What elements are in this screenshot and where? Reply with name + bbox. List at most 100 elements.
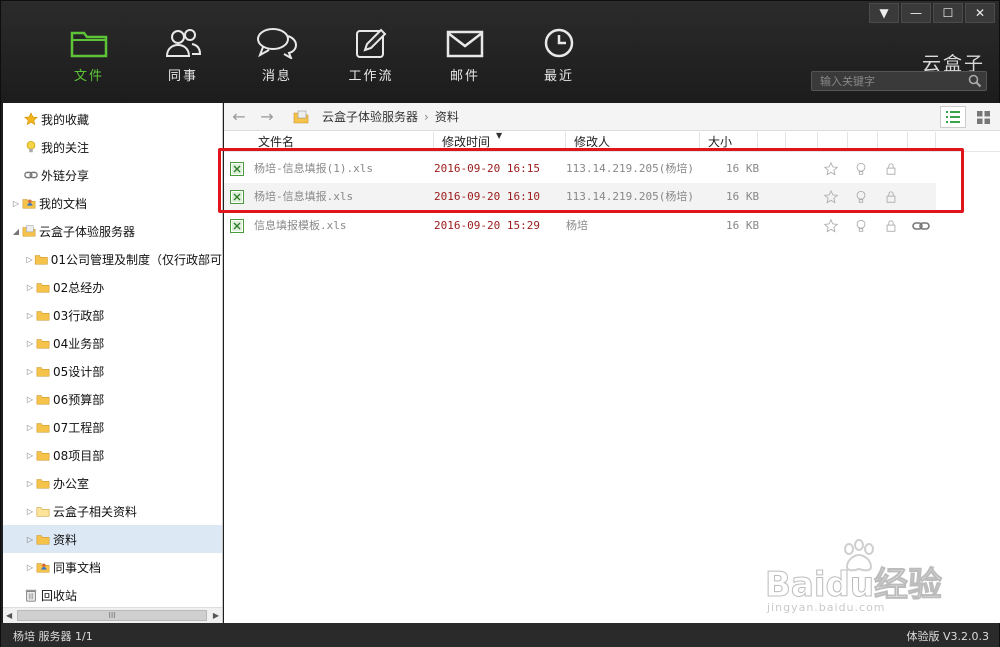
- sidebar-item-share-links[interactable]: 外链分享: [3, 161, 222, 189]
- scroll-thumb[interactable]: III: [17, 610, 207, 621]
- search-input[interactable]: [812, 72, 962, 90]
- expand-arrow-icon[interactable]: ▷: [25, 423, 35, 432]
- forward-button[interactable]: →: [256, 107, 278, 127]
- sidebar-item-folder-06[interactable]: ▷ 06预算部: [3, 385, 222, 413]
- list-view-button[interactable]: [940, 106, 966, 128]
- collapse-arrow-icon[interactable]: ◢: [11, 227, 21, 236]
- nav-workflow[interactable]: 工作流: [341, 27, 401, 91]
- scroll-left-icon[interactable]: ◀: [6, 611, 12, 620]
- expand-arrow-icon[interactable]: ▷: [25, 451, 35, 460]
- sidebar-item-folder-08[interactable]: ▷ 08项目部: [3, 441, 222, 469]
- folder-icon: [36, 507, 50, 517]
- expand-arrow-icon[interactable]: ▷: [25, 535, 35, 544]
- table-row[interactable]: 杨培-信息填报(1).xls 2016-09-20 16:15 113.14.2…: [224, 155, 936, 183]
- expand-arrow-icon[interactable]: ▷: [25, 395, 35, 404]
- nav-files[interactable]: 文件: [59, 27, 119, 91]
- file-modifier: 113.14.219.205(杨培): [566, 190, 694, 203]
- search-box: [811, 71, 987, 91]
- breadcrumb-item-server[interactable]: 云盒子体验服务器: [322, 108, 418, 125]
- share-link-icon[interactable]: [912, 219, 930, 233]
- sidebar-item-favorites[interactable]: 我的收藏: [3, 105, 222, 133]
- sidebar-item-office[interactable]: ▷ 办公室: [3, 469, 222, 497]
- lock-icon[interactable]: [885, 219, 897, 233]
- sidebar-item-related-materials[interactable]: ▷ 云盒子相关资料: [3, 497, 222, 525]
- close-button[interactable]: ✕: [965, 3, 995, 23]
- sidebar-item-folder-07[interactable]: ▷ 07工程部: [3, 413, 222, 441]
- column-header-modifier[interactable]: 修改人: [566, 132, 700, 152]
- sidebar-item-materials[interactable]: ▷ 资料: [3, 525, 222, 553]
- sidebar-item-recycle-bin[interactable]: 回收站: [3, 581, 222, 609]
- favorite-star-icon[interactable]: [824, 162, 838, 176]
- expand-arrow-icon[interactable]: ▷: [25, 507, 35, 516]
- folder-icon: [36, 367, 50, 377]
- back-arrow-icon: ←: [232, 107, 246, 126]
- maximize-button[interactable]: ☐: [933, 3, 963, 23]
- sidebar-item-label: 我的关注: [41, 140, 90, 155]
- horizontal-scrollbar[interactable]: ◀ III ▶: [3, 607, 222, 623]
- path-toolbar: ← → 云盒子体验服务器 › 资料: [224, 103, 1000, 131]
- sidebar-item-folder-05[interactable]: ▷ 05设计部: [3, 357, 222, 385]
- favorite-star-icon[interactable]: [824, 219, 838, 233]
- minimize-button[interactable]: —: [901, 3, 931, 23]
- window-controls: ▼ — ☐ ✕: [869, 3, 995, 23]
- sidebar-item-label: 外链分享: [41, 168, 90, 183]
- follow-bulb-icon[interactable]: [855, 190, 867, 204]
- folder-icon: [36, 339, 50, 349]
- sidebar-item-label: 我的收藏: [41, 112, 90, 127]
- nav-colleagues[interactable]: 同事: [153, 27, 213, 91]
- search-icon[interactable]: [968, 74, 982, 88]
- file-size: 16 KB: [726, 219, 760, 232]
- lock-icon[interactable]: [885, 162, 897, 176]
- expand-arrow-icon[interactable]: ▷: [25, 255, 34, 264]
- expand-arrow-icon[interactable]: ▷: [25, 283, 35, 292]
- lock-icon[interactable]: [885, 190, 897, 204]
- grid-view-button[interactable]: [970, 106, 996, 128]
- sidebar-item-folder-01[interactable]: ▷ 01公司管理及制度（仅行政部可: [3, 245, 222, 273]
- expand-arrow-icon[interactable]: ▷: [25, 311, 35, 320]
- table-row[interactable]: 信息填报模板.xls 2016-09-20 15:29 杨培 16 KB: [224, 212, 936, 240]
- top-bar: 文件 同事 消息 工作流 邮件 最近 ▼ — ☐ ✕ 云盒子: [1, 1, 999, 103]
- sidebar-item-server[interactable]: ◢ 云盒子体验服务器: [3, 217, 222, 245]
- follow-bulb-icon[interactable]: [855, 219, 867, 233]
- expand-arrow-icon[interactable]: ▷: [25, 563, 35, 572]
- expand-arrow-icon[interactable]: ▷: [25, 479, 35, 488]
- back-button[interactable]: ←: [228, 107, 250, 127]
- expand-arrow-icon[interactable]: ▷: [11, 199, 21, 208]
- file-name: 杨培-信息填报(1).xls: [254, 162, 373, 175]
- file-list-panel: ← → 云盒子体验服务器 › 资料 文件名 修改时间 ▼ 修改人 大小 杨培-信…: [224, 103, 1000, 623]
- sort-desc-icon: ▼: [496, 131, 503, 140]
- sidebar-item-my-documents[interactable]: ▷ 我的文档: [3, 189, 222, 217]
- table-row[interactable]: 杨培-信息填报.xls 2016-09-20 16:10 113.14.219.…: [224, 183, 936, 211]
- bulb-icon: [26, 140, 36, 153]
- triangle-down-icon: ▼: [879, 6, 889, 20]
- follow-bulb-icon[interactable]: [855, 162, 867, 176]
- column-header-filename[interactable]: 文件名: [250, 132, 434, 152]
- status-user-server: 杨培 服务器 1/1: [13, 630, 93, 643]
- scroll-right-icon[interactable]: ▶: [213, 611, 219, 620]
- column-header-modified-time[interactable]: 修改时间 ▼: [434, 131, 566, 152]
- expand-arrow-icon[interactable]: ▷: [25, 367, 35, 376]
- menu-dropdown-button[interactable]: ▼: [869, 3, 899, 23]
- sidebar-item-label: 我的文档: [39, 196, 88, 211]
- expand-arrow-icon[interactable]: ▷: [25, 339, 35, 348]
- column-header-size[interactable]: 大小: [700, 132, 758, 152]
- sidebar-item-folder-02[interactable]: ▷ 02总经办: [3, 273, 222, 301]
- sidebar-item-folder-03[interactable]: ▷ 03行政部: [3, 301, 222, 329]
- sidebar-item-label: 同事文档: [53, 560, 102, 575]
- nav-messages-label: 消息: [261, 69, 292, 84]
- folder-icon: [36, 311, 50, 321]
- folder-icon: [70, 31, 108, 58]
- edit-icon: [356, 28, 387, 58]
- forward-arrow-icon: →: [260, 107, 274, 126]
- nav-recent[interactable]: 最近: [529, 27, 589, 91]
- nav-mail[interactable]: 邮件: [435, 27, 495, 91]
- nav-mail-label: 邮件: [449, 69, 480, 84]
- nav-messages[interactable]: 消息: [247, 27, 307, 91]
- sidebar-item-following[interactable]: 我的关注: [3, 133, 222, 161]
- sidebar-item-label: 04业务部: [53, 336, 105, 351]
- sidebar-item-colleague-documents[interactable]: ▷ 同事文档: [3, 553, 222, 581]
- breadcrumb-item-current[interactable]: 资料: [435, 108, 459, 125]
- favorite-star-icon[interactable]: [824, 190, 838, 204]
- sidebar-item-folder-04[interactable]: ▷ 04业务部: [3, 329, 222, 357]
- mail-icon: [446, 30, 484, 58]
